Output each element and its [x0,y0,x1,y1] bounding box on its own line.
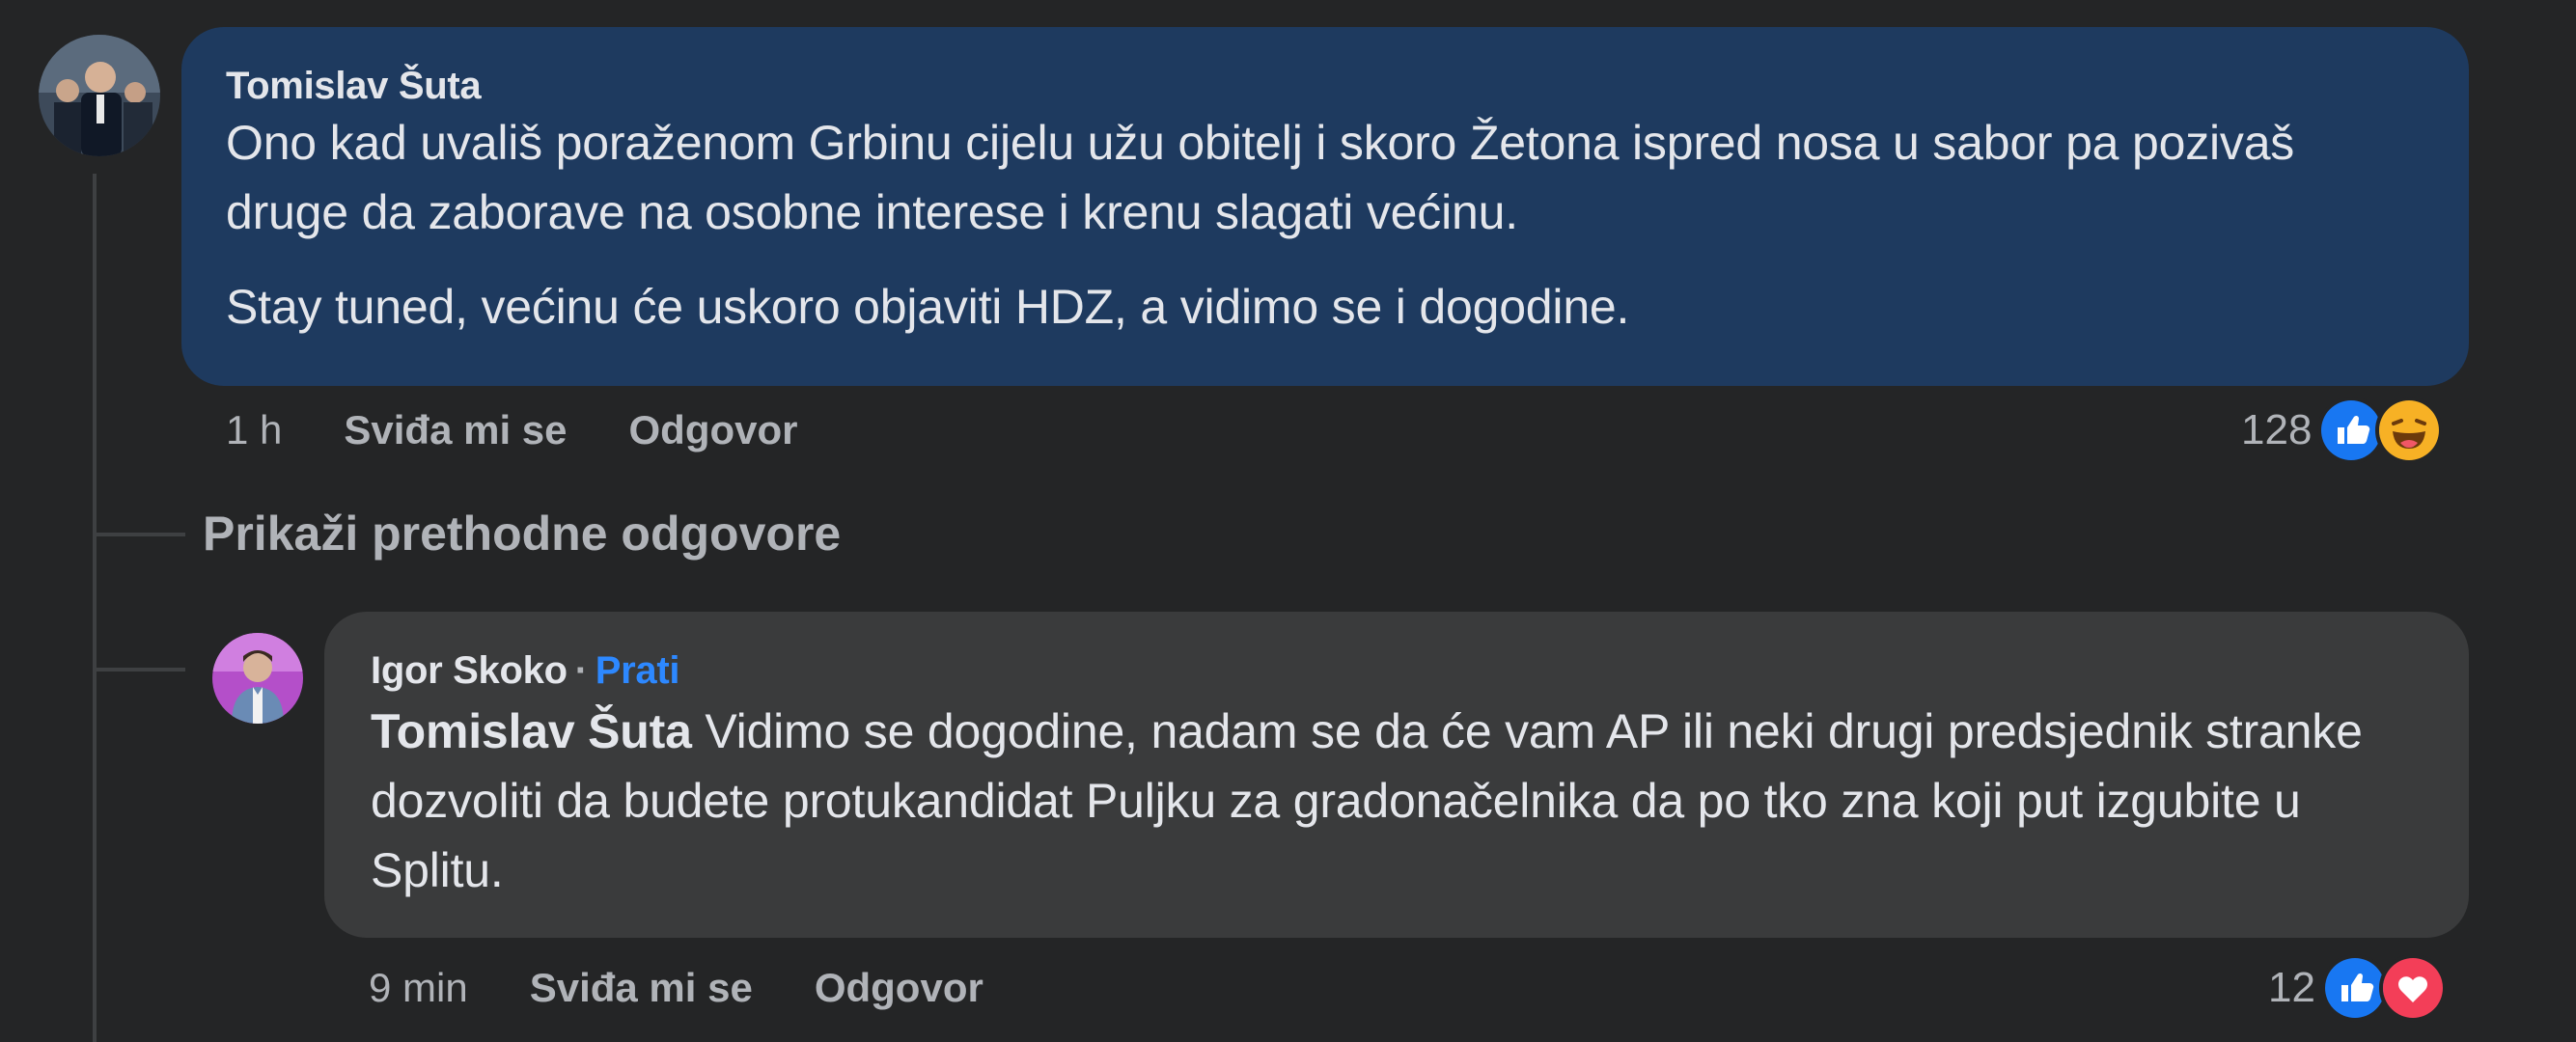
reply-text: Tomislav Šuta Vidimo se dogodine, nadam … [371,697,2397,905]
reply-button[interactable]: Odgovor [629,407,798,453]
comment-timestamp[interactable]: 1 h [226,407,282,453]
reply-author[interactable]: Igor Skoko [371,649,568,692]
comment-paragraph: Stay tuned, većinu će uskoro objaviti HD… [226,280,1630,334]
thread-line-branch-show-previous [93,533,185,536]
reaction-count: 12 [2268,964,2315,1011]
comment-text: Ono kad uvališ poraženom Grbinu cijelu u… [226,108,2469,342]
comment-actions: 1 h Sviđa mi se Odgovor [226,403,860,457]
reply-bubble: Igor Skoko · Prati Tomislav Šuta Vidimo se… [324,612,2469,938]
show-previous-replies-link[interactable]: Prikaži prethodne odgovore [203,506,841,562]
comment-author[interactable]: Tomislav Šuta [226,64,2469,108]
like-button[interactable]: Sviđa mi se [344,407,567,453]
separator-dot: · [574,649,588,692]
reaction-count: 128 [2241,406,2313,453]
haha-icon [2375,397,2444,464]
reaction-summary[interactable]: 128 [2241,396,2444,465]
reply-actions: 9 min Sviđa mi se Odgovor [369,961,1045,1015]
comment-paragraph: Ono kad uvališ poraženom Grbinu cijelu u… [226,116,2295,239]
like-button[interactable]: Sviđa mi se [530,965,753,1011]
reply-button[interactable]: Odgovor [815,965,983,1011]
comment-bubble: Tomislav Šuta Ono kad uvališ poraženom G… [181,27,2469,386]
avatar[interactable] [39,35,160,156]
reply-timestamp[interactable]: 9 min [369,965,468,1011]
love-icon [2378,954,2447,1022]
thread-line-branch-reply [93,668,185,672]
reply-header: Igor Skoko · Prati [371,648,2469,693]
thread-line-vertical [93,174,97,1042]
mention-link[interactable]: Tomislav Šuta [371,704,692,758]
reaction-summary[interactable]: 12 [2268,953,2447,1023]
avatar[interactable] [212,633,303,724]
follow-button[interactable]: Prati [596,649,680,692]
